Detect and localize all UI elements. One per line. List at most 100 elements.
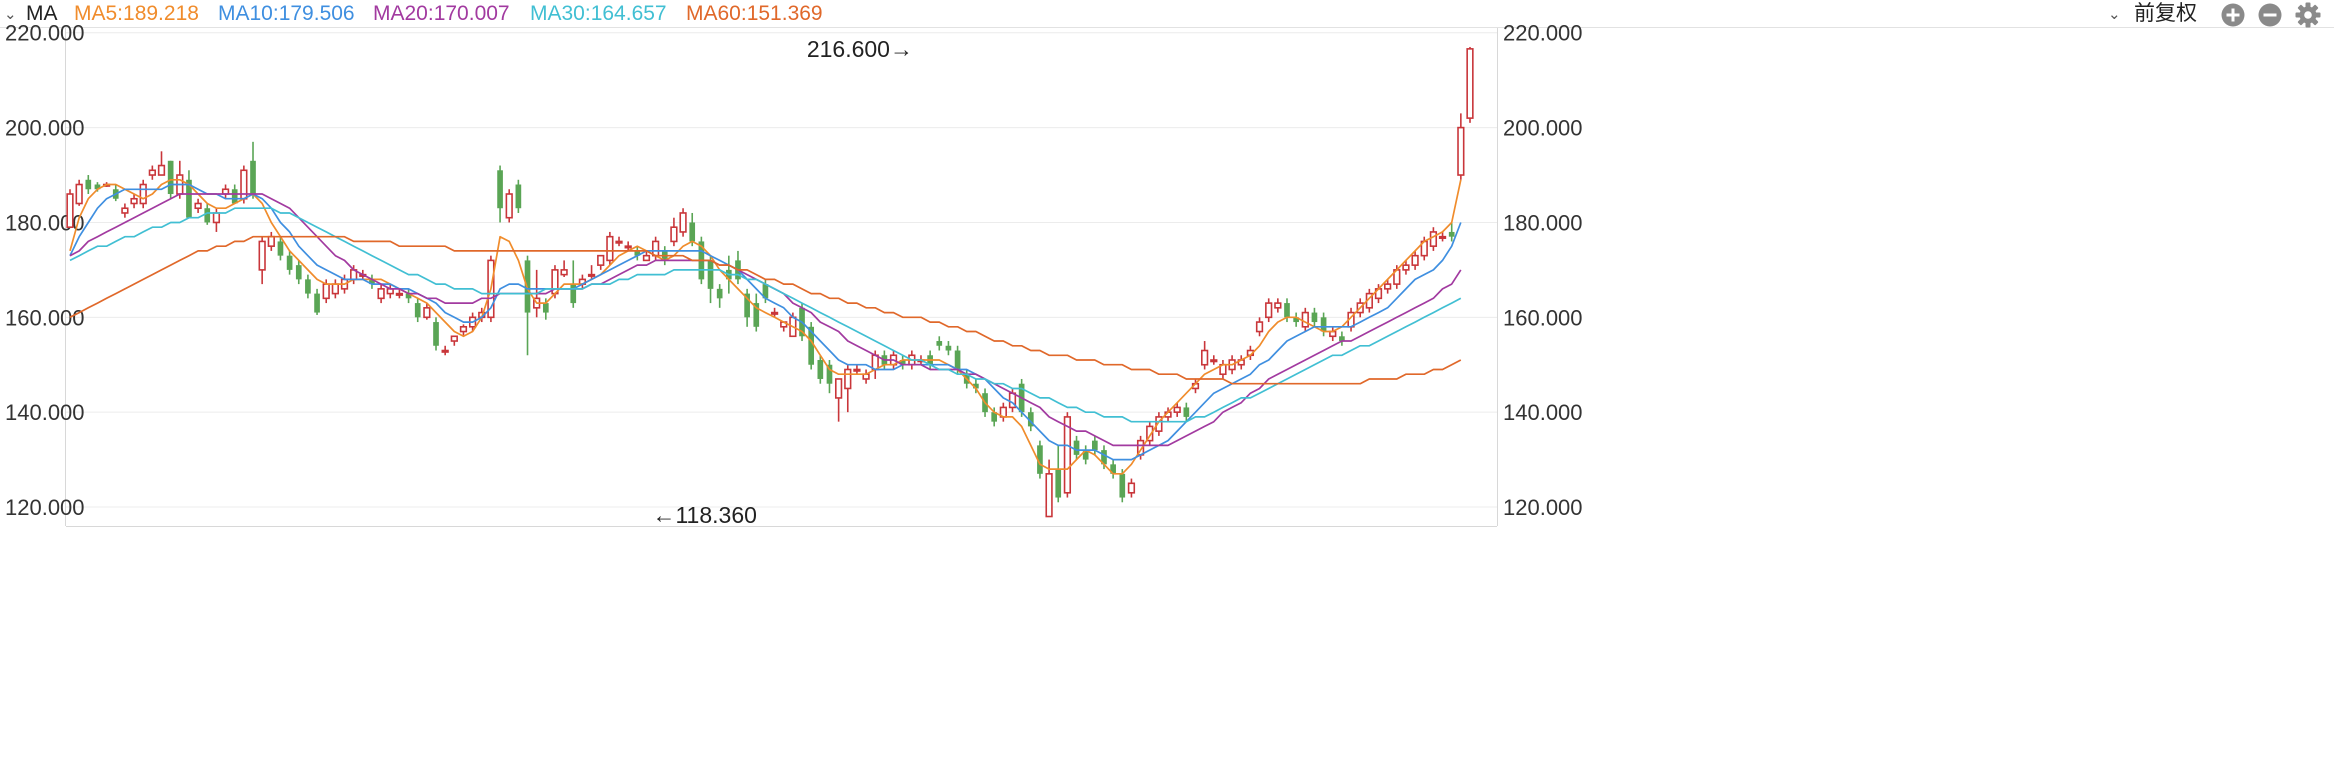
candle-body (423, 307, 431, 319)
candle-body (194, 202, 202, 210)
candle-body (853, 368, 861, 372)
candle-body (1402, 264, 1410, 271)
candle (1265, 298, 1273, 323)
candle (1237, 355, 1245, 370)
candle-body (1429, 231, 1438, 247)
candle (314, 288, 320, 315)
candle (212, 208, 221, 232)
candle (1320, 312, 1327, 337)
candle-body (331, 283, 339, 295)
candle (1329, 326, 1337, 342)
candle-body (1173, 406, 1181, 413)
candle-body (597, 254, 605, 266)
candle-body (1055, 469, 1062, 498)
candle (634, 246, 641, 261)
candle (85, 175, 92, 194)
candle (441, 345, 449, 356)
chevron-down-icon[interactable]: ⌄ (2108, 3, 2121, 27)
candle (1210, 355, 1218, 365)
candle-body (770, 311, 779, 315)
candle (999, 402, 1007, 422)
candle-body (817, 360, 824, 379)
ma-lines (69, 178, 1462, 475)
y-tick-label-left: 200.000 (5, 116, 85, 141)
adjust-mode-select[interactable]: 前复权 (2134, 2, 2197, 26)
zoom-out-icon[interactable] (2257, 2, 2283, 28)
candle-body (542, 303, 549, 313)
candle-body (459, 325, 468, 333)
candle (844, 364, 852, 413)
ma5-line (69, 178, 1462, 475)
candle-body (1073, 440, 1080, 455)
candle (597, 254, 605, 270)
y-tick-label-right: 160.000 (1503, 305, 1583, 330)
candle-body (1265, 302, 1273, 319)
candle-body (258, 240, 266, 271)
candle (286, 250, 293, 275)
candle (139, 179, 147, 209)
candle (258, 236, 266, 285)
candlestick-chart[interactable]: 120.000 120.000 140.000 140.000 160.000 160.0… (0, 0, 2334, 784)
candle-body (414, 303, 421, 318)
candle-body (651, 240, 660, 257)
candle (735, 250, 741, 285)
candle (267, 231, 275, 251)
candle (899, 355, 906, 370)
y-tick-label-right: 180.000 (1503, 210, 1583, 235)
candle-body (286, 255, 293, 270)
candle (1293, 312, 1299, 327)
candle (505, 189, 513, 223)
chevron-down-icon[interactable]: ⌄ (4, 3, 17, 27)
candle (305, 274, 311, 299)
candle-body (497, 170, 503, 209)
candle (221, 184, 230, 199)
candle (744, 288, 750, 327)
ma20-line (69, 193, 1462, 447)
candle (331, 279, 339, 299)
candle (433, 317, 439, 351)
candle (66, 189, 74, 229)
candle-body (1092, 440, 1098, 451)
candle-body (377, 288, 385, 300)
candle (578, 274, 587, 289)
candle-body (606, 235, 614, 262)
candle (679, 208, 687, 237)
settings-icon[interactable] (2294, 1, 2322, 29)
candle-body (305, 279, 311, 294)
indicator-label[interactable]: MA (26, 2, 58, 26)
ma30-legend: MA30:164.657 (530, 2, 667, 25)
candle-body (1045, 473, 1053, 518)
candle (1274, 298, 1282, 313)
ma10-line (69, 183, 1462, 461)
candle-body (441, 349, 449, 353)
candle-body (1301, 311, 1309, 328)
candle-body (689, 222, 696, 242)
candle-body (1210, 359, 1218, 363)
zoom-in-icon[interactable] (2220, 2, 2246, 28)
candle-body (707, 260, 714, 289)
candle-body (871, 354, 879, 371)
candle-body (1201, 349, 1209, 366)
candle-body (1448, 231, 1455, 237)
candle (405, 288, 412, 304)
y-tick-label-left: 140.000 (5, 400, 85, 425)
candle (945, 341, 952, 356)
candle (753, 293, 760, 332)
candle (1201, 341, 1209, 370)
candle-body (1127, 482, 1136, 494)
candle (369, 274, 375, 289)
candle (148, 165, 156, 180)
candle (295, 260, 302, 285)
candle-body (85, 179, 92, 190)
candle-body (670, 226, 678, 243)
candle (130, 194, 138, 209)
candle-body (75, 183, 83, 205)
candle-body (250, 160, 256, 194)
candle-body (395, 292, 404, 296)
candle-body (433, 322, 439, 346)
ma20-legend: MA20:170.007 (373, 2, 510, 25)
candle (1055, 445, 1062, 503)
candle-body (1183, 407, 1190, 417)
candle (716, 284, 723, 308)
candle (1311, 307, 1318, 327)
